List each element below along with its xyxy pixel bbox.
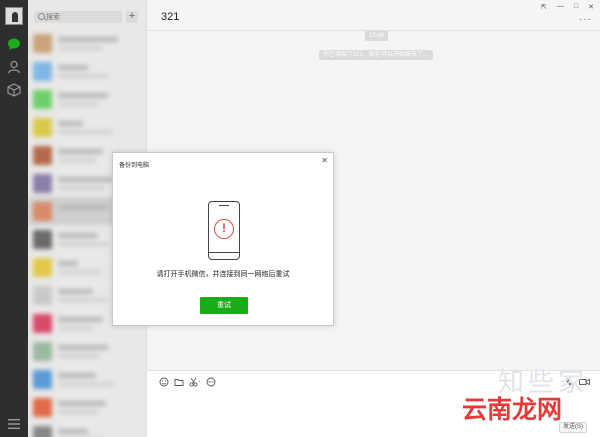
list-item[interactable]: [28, 57, 146, 85]
timestamp-chip: 13:48: [365, 31, 389, 41]
list-item[interactable]: [28, 421, 146, 437]
dialog-close-icon[interactable]: ✕: [321, 156, 328, 165]
nav-rail: [0, 0, 28, 437]
avatar[interactable]: [5, 7, 23, 25]
list-item[interactable]: [28, 365, 146, 393]
phone-illustration: !: [208, 201, 240, 260]
retry-button[interactable]: 重试: [200, 297, 248, 314]
more-options-button[interactable]: ···: [579, 14, 592, 25]
list-item[interactable]: [28, 113, 146, 141]
window-controls: ⇱ — □ ✕: [541, 3, 594, 11]
list-item[interactable]: [28, 29, 146, 57]
emoji-icon[interactable]: [159, 377, 169, 387]
contacts-icon[interactable]: [6, 59, 22, 75]
favorites-icon[interactable]: [6, 82, 22, 98]
backup-dialog: 备份到电脑 ✕ ! 请打开手机微信，并连接到同一网络后重试 重试: [112, 152, 334, 326]
watermark-bottom: 云南龙网: [462, 395, 563, 424]
chat-icon[interactable]: [6, 36, 22, 52]
list-item[interactable]: [28, 337, 146, 365]
chat-history-icon[interactable]: [206, 377, 216, 387]
add-chat-button[interactable]: +: [126, 11, 138, 23]
folder-icon[interactable]: [174, 377, 184, 387]
minimize-icon[interactable]: —: [557, 3, 564, 11]
dialog-message: 请打开手机微信，并连接到同一网络后重试: [156, 271, 290, 278]
search-input[interactable]: [46, 12, 118, 22]
list-item[interactable]: [28, 393, 146, 421]
chat-title: 321: [161, 11, 180, 23]
system-message: 你已添加了321，现在可以开始聊天了。: [319, 50, 434, 60]
close-icon[interactable]: ✕: [588, 3, 594, 11]
dialog-title: 备份到电脑: [119, 163, 150, 169]
maximize-icon[interactable]: □: [574, 3, 578, 11]
screenshot-icon[interactable]: [189, 377, 201, 387]
menu-icon[interactable]: [8, 419, 20, 429]
search-icon: [38, 13, 45, 20]
list-item[interactable]: [28, 85, 146, 113]
send-button[interactable]: 发送(S): [559, 422, 587, 433]
alert-icon: !: [214, 219, 234, 239]
pin-icon[interactable]: ⇱: [541, 3, 547, 11]
search-box[interactable]: [34, 11, 122, 23]
